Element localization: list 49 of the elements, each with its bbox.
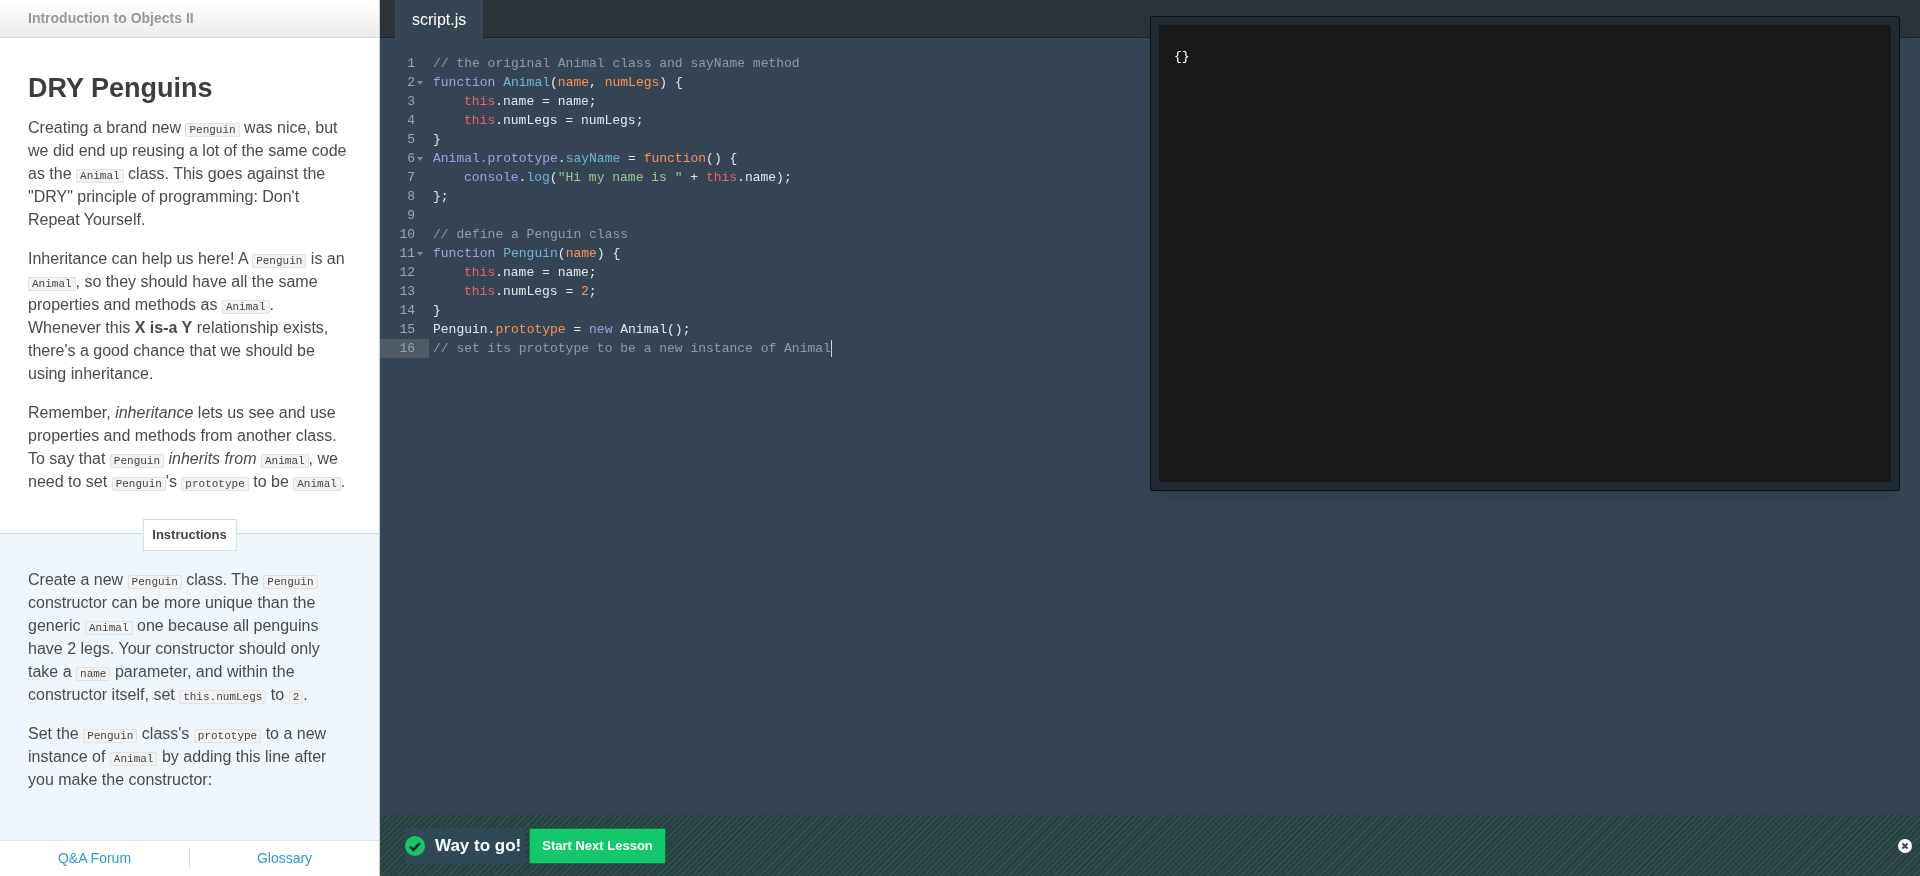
code-line: this.name = name;: [463, 264, 597, 282]
line-number: 14: [399, 302, 415, 320]
line-number: 6: [407, 150, 415, 168]
footer-link[interactable]: Q&A Forum: [57, 848, 132, 869]
line-number: 9: [407, 207, 415, 225]
line-number: 1: [407, 55, 415, 73]
fold-arrow-icon[interactable]: [417, 156, 423, 161]
line-number: 16: [399, 340, 415, 358]
line-number: 15: [399, 321, 415, 339]
instruction-paragraph: Create a new Penguin class. The Penguin constructor can be more unique than the generic Animal one because all penguins have 2 legs. Your constructor should only take a name parameter, and within the constructor itself, set this.numLegs to 2 .: [28, 570, 321, 706]
course-title: Introduction to Objects II: [28, 9, 194, 28]
code-line: this.numLegs = numLegs;: [463, 112, 644, 130]
start-next-lesson-button[interactable]: Start Next Lesson: [529, 827, 666, 864]
code-line: // the original Animal class and sayName method: [432, 55, 800, 73]
line-number: 4: [407, 112, 415, 130]
file-tab[interactable]: script.js: [395, 0, 484, 39]
line-number: 3: [407, 93, 415, 111]
code-line: console.log("Hi my name is " + this.name);: [463, 169, 792, 187]
success-message: Way to go!: [435, 834, 522, 857]
lesson-paragraph: Creating a brand new Penguin was nice, but we did end up reusing a lot of the same code as the Animal class. This goes against the "DRY" principle of programming: Don't Repeat Yourself.: [28, 118, 348, 230]
code-line: }: [432, 302, 441, 320]
code-line: Animal.prototype.sayName = function() {: [432, 150, 738, 168]
line-number: 8: [407, 188, 415, 206]
line-number: 7: [407, 169, 415, 187]
code-line: this.name = name;: [463, 93, 597, 111]
instruction-paragraph: Set the Penguin class's prototype to a new instance of Animal by adding this line after you make the constructor:: [28, 724, 328, 790]
code-line: function Penguin(name) {: [432, 245, 621, 263]
code-line: // define a Penguin class: [432, 226, 629, 244]
fold-arrow-icon[interactable]: [417, 80, 423, 85]
fold-arrow-icon[interactable]: [417, 251, 423, 256]
instructions-label: Instructions: [142, 519, 237, 551]
collapse-icon[interactable]: [1898, 839, 1912, 853]
code-line: Penguin.prototype = new Animal();: [432, 321, 691, 339]
code-line: // set its prototype to be a new instance of Animal: [432, 339, 832, 358]
line-number: 12: [399, 264, 415, 282]
console-output: {}: [1174, 49, 1190, 64]
code-line: this.numLegs = 2;: [463, 283, 597, 301]
line-number: 11: [399, 245, 415, 263]
line-number: 13: [399, 283, 415, 301]
line-number: 2: [407, 74, 415, 92]
line-number: 5: [407, 131, 415, 149]
line-number: 10: [399, 226, 415, 244]
code-line: }: [432, 131, 441, 149]
code-line: function Animal(name, numLegs) {: [432, 74, 683, 92]
lesson-title: DRY Penguins: [28, 72, 214, 104]
footer-link[interactable]: Glossary: [256, 848, 313, 869]
lesson-paragraph: Remember, inheritance lets us see and use properties and methods from another class. To say that Penguin inherits from Animal , we need to set Penguin 's prototype to be Animal .: [28, 403, 347, 493]
code-line: };: [432, 188, 449, 206]
lesson-paragraph: Inheritance can help us here! A Penguin is an Animal , so they should have all the same properties and methods as Animal . Whenever this X is-a Y relationship exists, there's a good chance that we should be using inheritance.: [28, 249, 346, 384]
